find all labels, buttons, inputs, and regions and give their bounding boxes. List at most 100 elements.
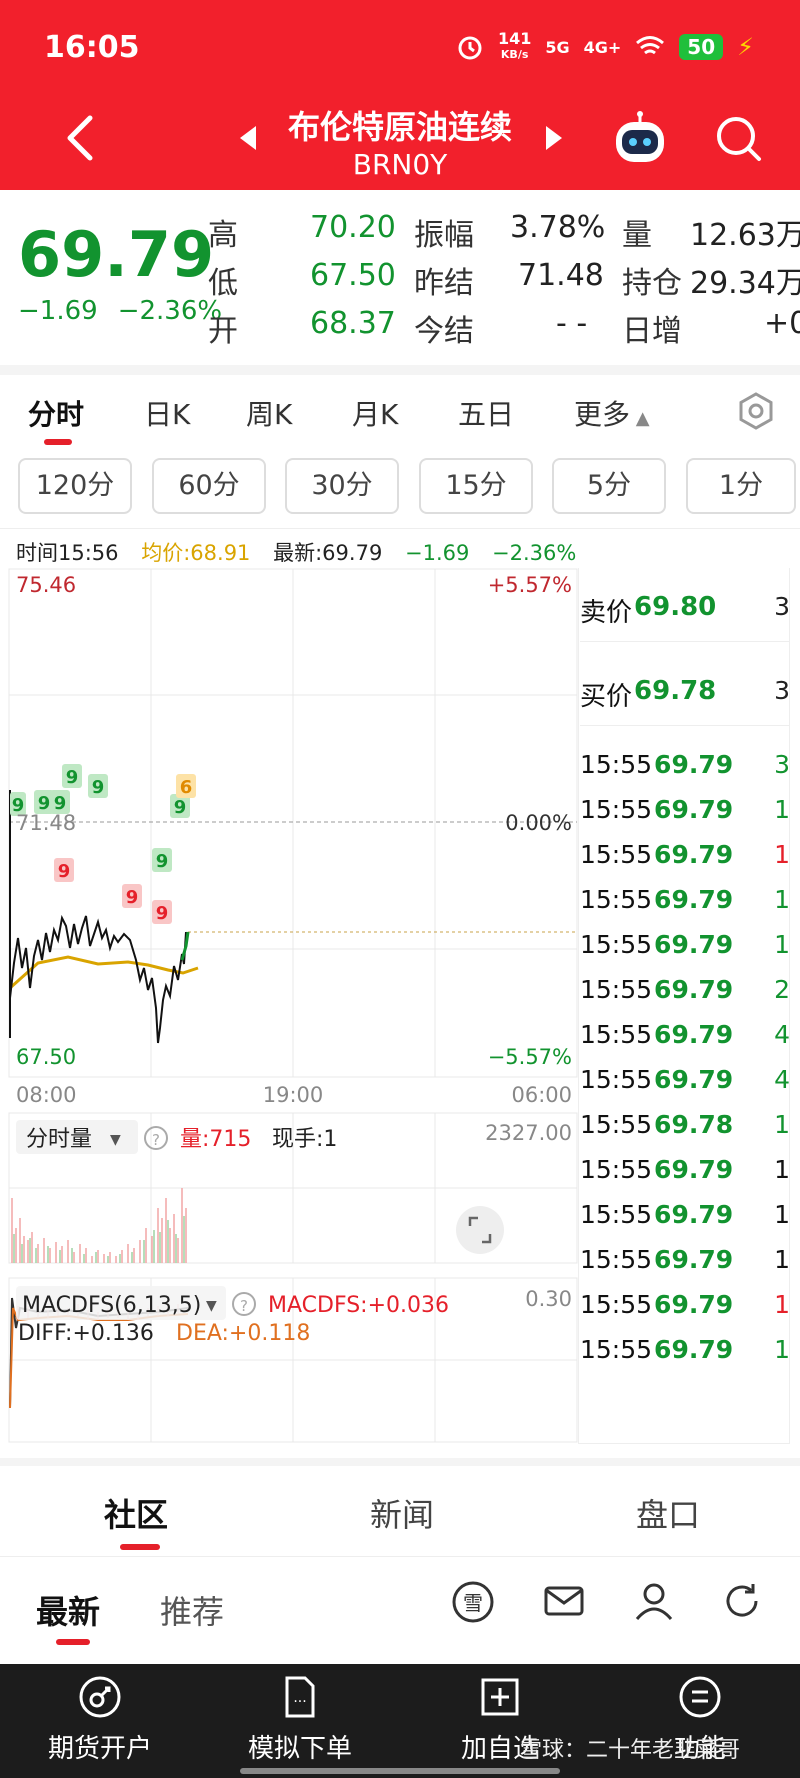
svg-text:?: ? [240, 1297, 248, 1315]
crosshair-info: 时间15:56 均价:68.91 最新:69.79 −1.69 −2.36% [16, 537, 592, 567]
settle-label: 今结 [414, 314, 474, 349]
intraday-chart[interactable]: 9 9 9 9 9 9 9 6 9 9 9 75.46 71.48 67.50 … [8, 568, 578, 1444]
trade-row: 15:55 69.79 1 [580, 795, 790, 824]
svg-text:9: 9 [174, 797, 187, 818]
trade-qty: 1 [774, 885, 790, 914]
trade-qty: 1 [774, 1335, 790, 1364]
nav-sim-order[interactable]: ··· 模拟下单 [220, 1674, 380, 1765]
order-tape: 卖价 69.80 3 买价 69.78 3 15:55 69.79 3 15:55 69.79 1… [578, 568, 790, 1444]
daily-inc-value: +0 [764, 306, 800, 341]
macd-diff: DIFF:+0.136 [18, 1321, 154, 1346]
oi-value: 29.34万 [690, 266, 800, 301]
trade-row: 15:55 69.79 1 [580, 930, 790, 959]
interval-1[interactable]: 1分 [686, 458, 796, 514]
user-icon[interactable] [632, 1579, 676, 1623]
info-pct: −2.36% [492, 541, 577, 565]
trade-qty: 4 [774, 1065, 790, 1094]
interval-120[interactable]: 120分 [18, 458, 132, 514]
settings-hex-icon[interactable] [736, 391, 776, 431]
tab-five-day[interactable]: 五日 [458, 393, 514, 433]
tab-daily-k[interactable]: 日K [144, 393, 190, 433]
interval-30[interactable]: 30分 [285, 458, 399, 514]
tab-weekly-k[interactable]: 周K [246, 393, 292, 433]
add-icon [481, 1678, 519, 1716]
tab-orderbook[interactable]: 盘口 [636, 1490, 700, 1536]
open-value: 68.37 [310, 306, 396, 341]
avg-price-line [9, 955, 199, 990]
oi-label: 持仓 [622, 266, 682, 301]
tab-intraday[interactable]: 分时 [28, 393, 84, 433]
trade-time: 15:55 [580, 1200, 653, 1229]
tab-recommended[interactable]: 推荐 [160, 1587, 224, 1633]
home-indicator[interactable] [240, 1768, 560, 1774]
y-mid-label: 71.48 [16, 811, 76, 835]
signal-green-marker: 9 [152, 848, 172, 872]
signal-green-marker: 9 [62, 764, 82, 788]
tab-community[interactable]: 社区 [104, 1490, 168, 1536]
pct-mid-label: 0.00% [505, 811, 572, 835]
next-contract-icon[interactable] [544, 124, 564, 152]
trade-time: 15:55 [580, 840, 653, 869]
signal-markers: 9 9 9 9 9 9 9 6 9 9 9 [10, 764, 196, 924]
macd-dea: DEA:+0.118 [176, 1321, 310, 1346]
trade-price: 69.79 [654, 840, 734, 869]
signal-red-marker: 9 [122, 884, 142, 908]
time-axis-labels: 08:00 19:00 06:00 [16, 1083, 572, 1107]
trade-price: 69.79 [654, 930, 734, 959]
signal-red-marker: 9 [152, 900, 172, 924]
feed-tabs: 最新 推荐 雪 [0, 1556, 800, 1664]
signal-green-marker: 9 [88, 774, 108, 798]
refresh-icon[interactable] [720, 1579, 764, 1623]
snowball-icon[interactable]: 雪 [450, 1579, 496, 1625]
prev-settle-value: 71.48 [518, 258, 604, 293]
tab-underline [120, 1544, 160, 1550]
fullscreen-button[interactable] [456, 1206, 504, 1254]
trade-time: 15:55 [580, 1245, 653, 1274]
price-line [9, 914, 187, 1044]
trade-row: 15:55 69.79 4 [580, 1065, 790, 1094]
svg-text:···: ··· [293, 1694, 306, 1710]
tab-more[interactable]: 更多 ▲ [574, 393, 650, 433]
tab-underline [44, 439, 72, 445]
trade-qty: 3 [774, 750, 790, 779]
svg-text:9: 9 [156, 903, 169, 924]
daily-inc-label: 日增 [622, 314, 682, 349]
vol-label: 量 [622, 218, 652, 253]
svg-text:9: 9 [156, 851, 169, 872]
y-top-label: 75.46 [16, 573, 76, 597]
trade-time: 15:55 [580, 1155, 653, 1184]
dropdown-icon: ▼ [206, 1298, 217, 1314]
ask-row: 卖价 69.80 3 [580, 592, 790, 642]
tab-news[interactable]: 新闻 [370, 1490, 434, 1536]
mail-icon[interactable] [542, 1579, 586, 1623]
macd-value: MACDFS:+0.036 [268, 1293, 449, 1318]
trade-row: 15:55 69.79 1 [580, 840, 790, 869]
tab-latest[interactable]: 最新 [36, 1587, 100, 1633]
x-tick-label: 06:00 [511, 1083, 572, 1107]
divider [0, 528, 800, 529]
trade-row: 15:55 69.79 1 [580, 885, 790, 914]
quote-open: 开 [208, 314, 238, 349]
trade-row: 15:55 69.79 1 [580, 1200, 790, 1229]
nav-open-account[interactable]: 期货开户 [20, 1674, 180, 1765]
trade-row: 15:55 69.79 2 [580, 975, 790, 1004]
price-axis-labels: 75.46 71.48 67.50 +5.57% 0.00% −5.57% [16, 573, 572, 1069]
interval-15[interactable]: 15分 [419, 458, 533, 514]
title-bar: 布伦特原油连续 BRN0Y [0, 98, 800, 190]
vol-selector-label: 分时量 [26, 1127, 92, 1152]
trade-price: 69.78 [654, 1110, 734, 1139]
trade-price: 69.79 [654, 1155, 734, 1184]
robot-assistant-icon[interactable] [610, 110, 670, 170]
interval-buttons: 120分 60分 30分 15分 5分 1分 [0, 456, 800, 520]
interval-5[interactable]: 5分 [552, 458, 666, 514]
tab-monthly-k[interactable]: 月K [352, 393, 398, 433]
trade-time: 15:55 [580, 1335, 653, 1364]
period-tabs: 分时 日K 周K 月K 五日 更多 ▲ [0, 375, 800, 455]
dropdown-icon: ▼ [110, 1132, 121, 1148]
search-icon[interactable] [712, 112, 764, 164]
trade-price: 69.79 [654, 975, 734, 1004]
prev-settle-label: 昨结 [414, 266, 474, 301]
trade-price: 69.79 [654, 1245, 734, 1274]
trade-row: 15:55 69.79 1 [580, 1155, 790, 1184]
interval-60[interactable]: 60分 [152, 458, 266, 514]
